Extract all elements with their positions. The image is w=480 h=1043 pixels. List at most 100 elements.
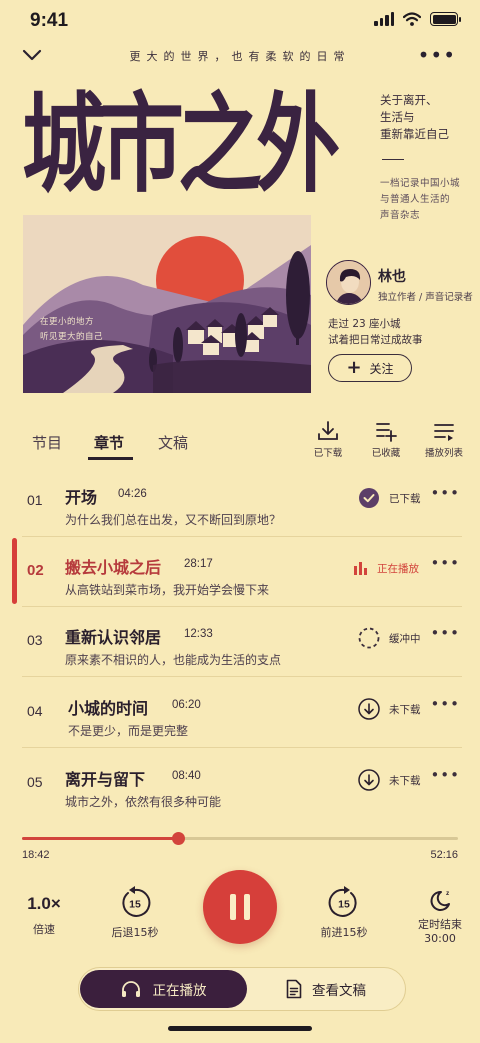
page-title: 城市之外 bbox=[22, 80, 340, 208]
chapter-duration: 12:33 bbox=[184, 628, 213, 640]
signal-icon bbox=[374, 12, 394, 26]
equalizer-icon bbox=[354, 562, 367, 575]
status-label: 已下载 bbox=[389, 492, 421, 505]
side-note: 关于离开、 生活与 重新靠近自己 bbox=[380, 92, 472, 143]
tagline: 更大的世界，也有柔软的日常 bbox=[129, 50, 351, 63]
follow-button[interactable]: + 关注 bbox=[328, 354, 412, 382]
chapter-duration: 28:17 bbox=[184, 558, 213, 570]
tab-programs[interactable]: 节目 bbox=[32, 432, 62, 453]
chapter-subtitle: 不是更少，而是更完整 bbox=[68, 724, 189, 738]
more-icon[interactable]: ••• bbox=[430, 768, 460, 783]
tab-transcript[interactable]: 文稿 bbox=[158, 432, 188, 453]
home-indicator bbox=[168, 1026, 312, 1031]
sleep-timer-button[interactable]: z 定时结束 30:00 bbox=[410, 888, 470, 945]
now-playing-tab[interactable]: 正在播放 bbox=[80, 970, 247, 1008]
more-options-icon[interactable]: ••• bbox=[418, 45, 456, 65]
chapter-title: 开场 bbox=[65, 488, 98, 507]
side-desc-line: 声音杂志 bbox=[380, 210, 421, 221]
chapter-duration: 06:20 bbox=[172, 699, 201, 711]
divider bbox=[382, 159, 404, 160]
download-status[interactable]: 已下载 bbox=[358, 486, 421, 510]
divider bbox=[22, 606, 462, 607]
rewind-button[interactable]: 15 后退15秒 bbox=[100, 886, 170, 940]
divider bbox=[22, 747, 462, 748]
chapter-title: 小城的时间 bbox=[68, 699, 149, 718]
download-button[interactable]: 未下载 bbox=[358, 697, 421, 721]
follow-label: 关注 bbox=[369, 361, 394, 376]
chapter-number: 04 bbox=[27, 703, 43, 719]
author-description: 走过 23 座小城 试着把日常过成故事 bbox=[328, 316, 423, 348]
chapter-row-active[interactable]: 02 搬去小城之后 28:17 从高铁站到菜市场，我开始学会慢下来 正在播放 •… bbox=[0, 542, 480, 612]
saved-label: 已收藏 bbox=[371, 448, 401, 459]
elapsed-time: 18:42 bbox=[22, 849, 50, 861]
author-name: 林也 bbox=[378, 269, 406, 285]
headphones-icon bbox=[121, 981, 140, 997]
battery-icon bbox=[430, 12, 461, 26]
chapter-subtitle: 从高铁站到菜市场，我开始学会慢下来 bbox=[65, 583, 270, 597]
chapter-subtitle: 原来素不相识的人，也能成为生活的支点 bbox=[65, 653, 282, 667]
forward-button[interactable]: 15 前进15秒 bbox=[309, 886, 379, 940]
chapter-number: 05 bbox=[27, 774, 43, 790]
buffering-spinner-icon bbox=[358, 627, 380, 649]
chapter-subtitle: 城市之外，依然有很多种可能 bbox=[65, 795, 222, 809]
forward-label: 前进15秒 bbox=[320, 926, 368, 939]
side-description: 一档记录中国小城 与普通人生活的 声音杂志 bbox=[380, 176, 476, 224]
chapter-row[interactable]: 05 离开与留下 08:40 城市之外，依然有很多种可能 未下载 ••• bbox=[0, 754, 480, 824]
speed-button[interactable]: 1.0× 倍速 bbox=[22, 894, 66, 937]
status-label: 缓冲中 bbox=[389, 632, 421, 645]
moon-icon: z bbox=[430, 890, 450, 911]
status-label: 未下载 bbox=[389, 774, 421, 787]
forward-seconds: 15 bbox=[338, 899, 350, 911]
chapter-duration: 08:40 bbox=[172, 770, 201, 782]
side-desc-line: 与普通人生活的 bbox=[380, 194, 451, 205]
divider bbox=[22, 676, 462, 677]
downloaded-button[interactable]: 已下载 bbox=[298, 420, 358, 459]
chapter-number: 01 bbox=[27, 492, 43, 508]
side-note-line: 生活与 bbox=[380, 110, 415, 124]
more-icon[interactable]: ••• bbox=[430, 626, 460, 641]
saved-button[interactable]: 已收藏 bbox=[356, 420, 416, 459]
forward-15-icon: 15 bbox=[328, 886, 357, 917]
rewind-label: 后退15秒 bbox=[111, 926, 159, 939]
author-desc-line: 走过 23 座小城 bbox=[328, 318, 401, 330]
download-circle-icon bbox=[358, 698, 380, 720]
buffering-status: 缓冲中 bbox=[358, 626, 421, 650]
pause-bar-icon bbox=[244, 894, 250, 920]
download-button[interactable]: 未下载 bbox=[358, 768, 421, 792]
progress-track[interactable] bbox=[22, 837, 458, 840]
chapter-row[interactable]: 01 开场 04:26 为什么我们总在出发，又不断回到原地？ 已下载 ••• bbox=[0, 472, 480, 542]
divider bbox=[22, 536, 462, 537]
timer-label: 定时结束 bbox=[418, 918, 462, 931]
view-transcript-tab[interactable]: 查看文稿 bbox=[250, 970, 402, 1008]
timer-value: 30:00 bbox=[424, 932, 456, 945]
side-note-line: 关于离开、 bbox=[380, 93, 438, 107]
svg-text:z: z bbox=[446, 890, 450, 897]
chapter-row[interactable]: 03 重新认识邻居 12:33 原来素不相识的人，也能成为生活的支点 缓冲中 •… bbox=[0, 612, 480, 682]
tab-active-indicator bbox=[88, 457, 133, 460]
pause-bar-icon bbox=[230, 894, 236, 920]
total-time: 52:16 bbox=[430, 849, 458, 861]
chapter-row[interactable]: 04 小城的时间 06:20 不是更少，而是更完整 未下载 ••• bbox=[0, 683, 480, 753]
playlist-button[interactable]: 播放列表 bbox=[414, 420, 474, 459]
more-icon[interactable]: ••• bbox=[430, 486, 460, 501]
more-icon[interactable]: ••• bbox=[430, 556, 460, 571]
side-note-line: 重新靠近自己 bbox=[380, 127, 449, 141]
progress-knob[interactable] bbox=[171, 832, 185, 845]
side-desc-line: 一档记录中国小城 bbox=[380, 178, 461, 189]
chapter-title: 离开与留下 bbox=[65, 770, 146, 789]
more-icon[interactable]: ••• bbox=[430, 697, 460, 712]
author-avatar[interactable] bbox=[326, 260, 371, 305]
rewind-seconds: 15 bbox=[129, 899, 141, 911]
playing-status: 正在播放 bbox=[354, 556, 419, 580]
tab-chapters[interactable]: 章节 bbox=[94, 432, 124, 453]
rewind-15-icon: 15 bbox=[122, 886, 151, 917]
status-label: 正在播放 bbox=[377, 562, 419, 575]
author-role: 独立作者 / 声音记录者 bbox=[378, 292, 473, 303]
transcript-label: 查看文稿 bbox=[312, 983, 366, 999]
progress-fill bbox=[22, 837, 179, 840]
status-time: 9:41 bbox=[30, 10, 69, 31]
pause-button[interactable] bbox=[203, 870, 277, 944]
now-playing-label: 正在播放 bbox=[152, 983, 207, 999]
plus-icon: + bbox=[346, 357, 362, 378]
chapter-title: 重新认识邻居 bbox=[65, 628, 162, 647]
